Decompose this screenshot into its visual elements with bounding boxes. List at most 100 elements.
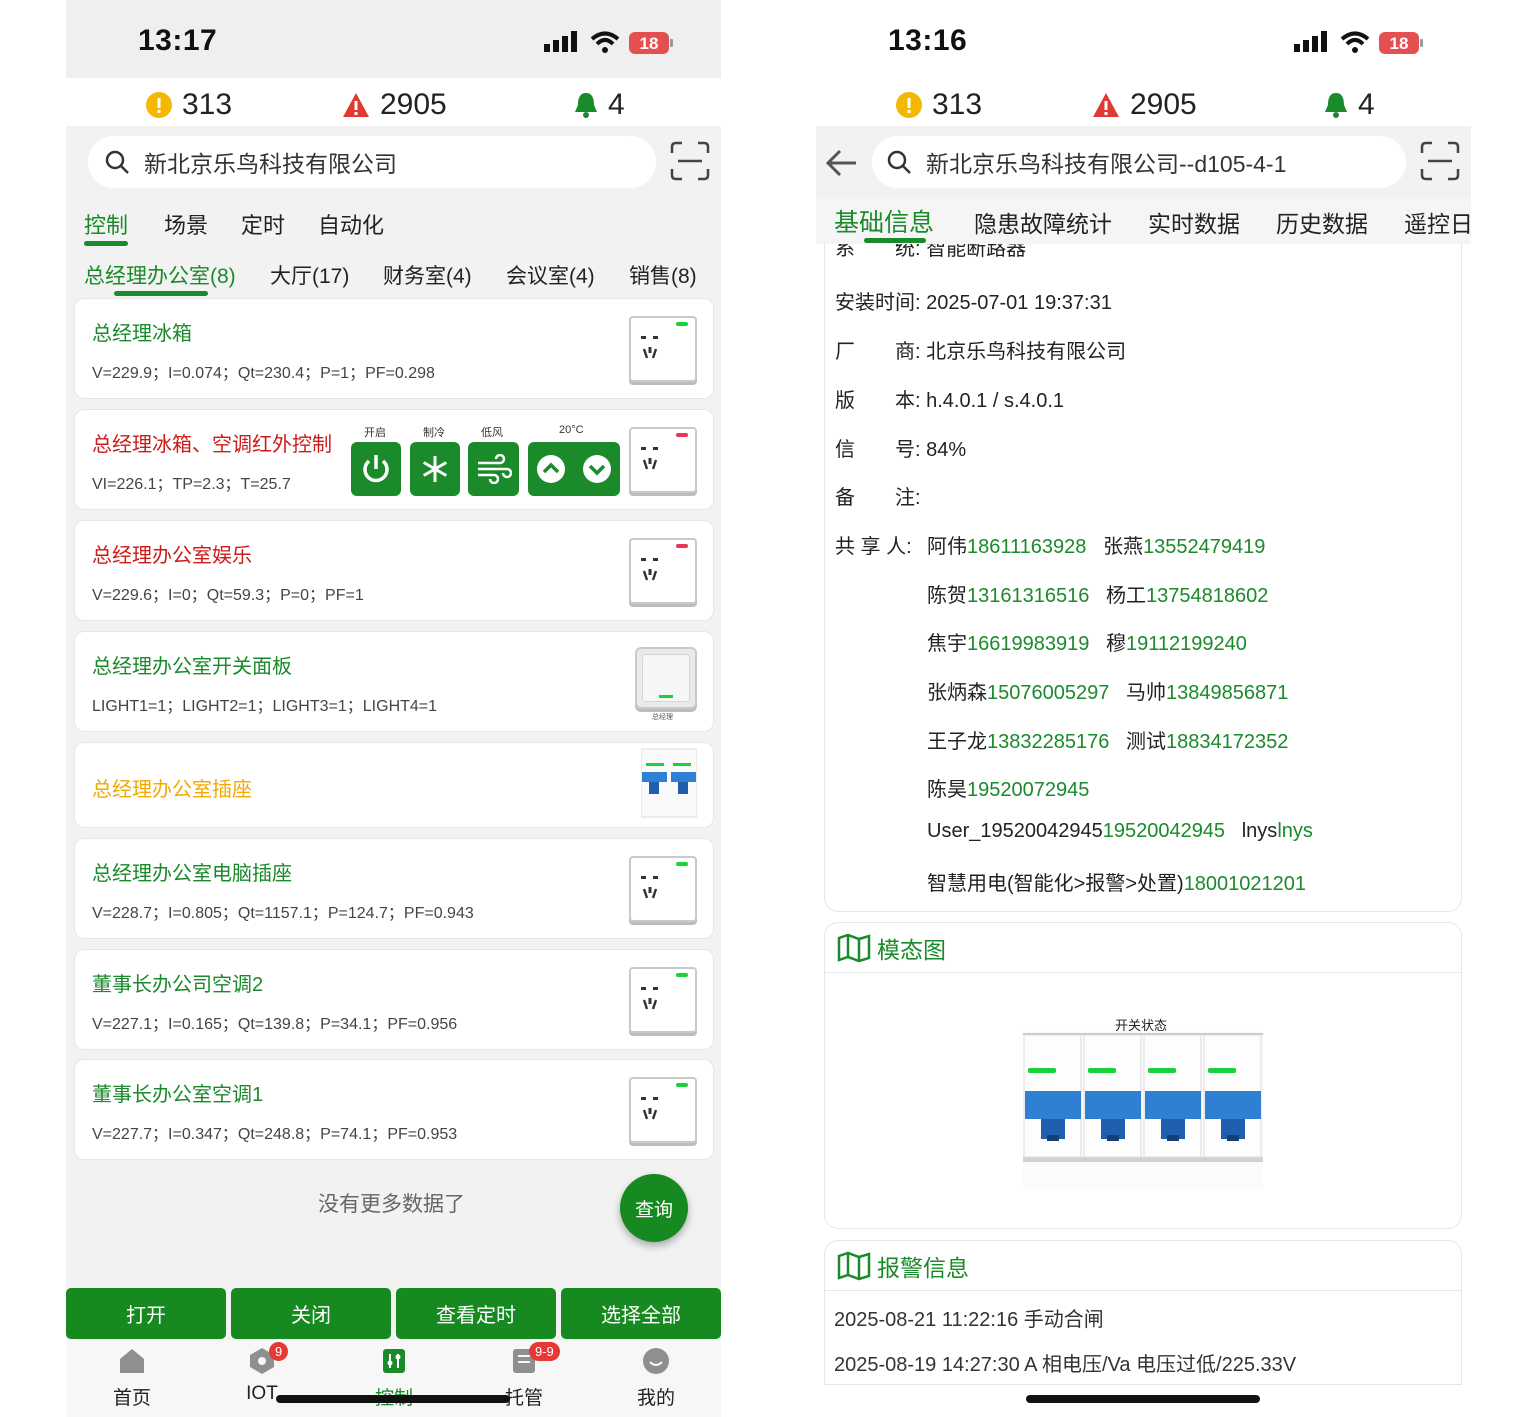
warning-count-value: 2905 [380,88,447,121]
breaker-pole [1023,1034,1082,1158]
sharer-phone[interactable]: 18834172352 [1166,731,1288,753]
info-count[interactable]: 313 [146,88,232,122]
sharer-row: 陈贺13161316516 杨工13754818602 [927,585,1269,607]
sharer-phone[interactable]: 19112199240 [1126,633,1247,655]
sharer-phone[interactable]: 19520072945 [967,779,1089,801]
function-tabs: 控制 场景 定时 自动化 [66,198,721,248]
socket-icon [629,967,697,1033]
sharer-phone[interactable]: 19520042945 [1103,820,1225,842]
chevron-down-icon[interactable] [582,454,612,484]
warning-count[interactable]: 2905 [342,88,447,122]
sharer-phone[interactable]: 13754818602 [1146,585,1268,607]
query-button[interactable]: 查询 [620,1174,688,1242]
mode-label: 制冷 [423,427,445,439]
battery-icon: 18 [1379,32,1423,54]
scan-icon[interactable] [670,141,710,181]
iot-icon: 9 [247,1342,289,1376]
system-row-clipped: 系 统: 智能断路器 [835,244,1027,260]
alarm-info-title: 报警信息 [877,1254,969,1281]
open-button[interactable]: 打开 [66,1288,226,1339]
status-led [676,862,688,866]
device-name: 总经理办公室插座 [92,779,252,801]
map-icon [837,933,871,962]
sharer-phone[interactable]: 13161316516 [967,585,1089,607]
alarm-item[interactable]: 2025-08-21 11:22:16 手动合闸 [834,1303,1104,1332]
device-readout: V=228.7；I=0.805；Qt=1157.1；P=124.7；PF=0.9… [92,905,474,922]
search-input[interactable]: 新北京乐鸟科技有限公司 [88,136,656,188]
info-count[interactable]: 313 [896,88,982,122]
search-icon [887,150,911,174]
device-card[interactable]: 总经理办公室插座 [74,742,714,828]
tab-history-data[interactable]: 历史数据 [1276,205,1368,239]
device-card[interactable]: 总经理办公室开关面板 LIGHT1=1；LIGHT2=1；LIGHT3=1；LI… [74,631,714,732]
temp-stepper[interactable] [528,442,620,496]
sharer-phone[interactable]: 13552479419 [1143,536,1265,558]
chevron-up-icon[interactable] [536,454,566,484]
nav-home[interactable]: 首页 [92,1346,172,1410]
nav-profile[interactable]: 我的 [616,1346,696,1410]
device-card-ir[interactable]: 总经理冰箱、空调红外控制 VI=226.1；TP=2.3；T=25.7 开启 制… [74,409,714,510]
phone-screen-device-detail: 13:16 18 313 2905 4 新北京乐鸟科技有限公司--d105-4-… [816,0,1471,1417]
battery-icon: 18 [629,32,673,54]
managed-icon: 9-9 [509,1342,560,1376]
bell-count[interactable]: 4 [1324,88,1375,122]
sharer-phone[interactable]: 13832285176 [987,731,1109,753]
tab-scene[interactable]: 场景 [164,208,208,240]
device-readout: VI=226.1；TP=2.3；T=25.7 [92,476,291,493]
version-value: h.4.0.1 / s.4.0.1 [926,390,1064,412]
search-icon [105,150,129,174]
state-diagram-title: 模态图 [877,936,946,963]
sharer-phone[interactable]: 18001021201 [1184,873,1306,895]
power-label: 开启 [364,427,386,439]
wifi-icon [1340,31,1370,53]
bell-count[interactable]: 4 [574,88,625,122]
device-card[interactable]: 董事长办公司空调2 V=227.1；I=0.165；Qt=139.8；P=34.… [74,949,714,1050]
tab-control[interactable]: 控制 [84,208,128,240]
tab-room-gm-office[interactable]: 总经理办公室(8) [84,260,236,290]
device-name: 总经理冰箱 [92,323,192,345]
tab-timer[interactable]: 定时 [241,208,285,240]
home-icon [117,1346,147,1376]
power-button[interactable] [351,442,401,496]
home-indicator [276,1395,510,1403]
breaker-icon [641,748,697,818]
sharer-phone[interactable]: 16619983919 [967,633,1089,655]
sharer-phone[interactable]: 18611163928 [967,536,1086,558]
tab-hazard-stats[interactable]: 隐患故障统计 [974,205,1112,239]
scan-icon[interactable] [1420,141,1460,181]
alarm-item[interactable]: 2025-08-19 14:27:30 A 相电压/Va 电压过低/225.33… [834,1348,1296,1377]
search-text: 新北京乐鸟科技有限公司 [144,151,397,177]
tab-room-meeting[interactable]: 会议室(4) [506,260,595,290]
fan-speed-button[interactable] [468,442,519,496]
tab-room-lobby[interactable]: 大厅(17) [270,260,349,290]
tab-room-sales[interactable]: 销售(8) [629,260,697,290]
device-card[interactable]: 总经理办公室娱乐 V=229.6；I=0；Qt=59.3；P=0；PF=1 [74,520,714,621]
tab-remote-log[interactable]: 遥控日 [1404,205,1471,239]
search-input[interactable]: 新北京乐鸟科技有限公司--d105-4-1 [872,136,1406,188]
close-button[interactable]: 关闭 [231,1288,391,1339]
tab-realtime-data[interactable]: 实时数据 [1148,205,1240,239]
select-all-button[interactable]: 选择全部 [561,1288,721,1339]
warning-count[interactable]: 2905 [1092,88,1197,122]
tab-basic-info[interactable]: 基础信息 [834,203,934,239]
device-name: 总经理办公室电脑插座 [92,863,292,885]
tab-room-finance[interactable]: 财务室(4) [383,260,472,290]
back-arrow-icon[interactable] [824,146,858,180]
temp-label: 20°C [559,424,584,436]
sharer-row: 王子龙13832285176 测试18834172352 [927,731,1289,753]
view-timer-button[interactable]: 查看定时 [396,1288,556,1339]
tab-automation[interactable]: 自动化 [318,208,384,240]
sharer-phone[interactable]: lnys [1277,820,1313,842]
device-card[interactable]: 总经理冰箱 V=229.9；I=0.074；Qt=230.4；P=1；PF=0.… [74,298,714,399]
device-card[interactable]: 总经理办公室电脑插座 V=228.7；I=0.805；Qt=1157.1；P=1… [74,838,714,939]
cool-mode-button[interactable] [410,442,460,496]
remark-row: 备 注: [835,487,921,509]
tab-underline [84,241,128,246]
sharer-phone[interactable]: 15076005297 [987,682,1109,704]
info-circle-icon [896,92,922,118]
panel-label: 总经理 [652,714,673,721]
sharer-phone[interactable]: 13849856871 [1166,682,1288,704]
tab-underline [864,238,926,243]
device-card[interactable]: 董事长办公室空调1 V=227.7；I=0.347；Qt=248.8；P=74.… [74,1059,714,1160]
device-name: 董事长办公室空调1 [92,1084,264,1106]
